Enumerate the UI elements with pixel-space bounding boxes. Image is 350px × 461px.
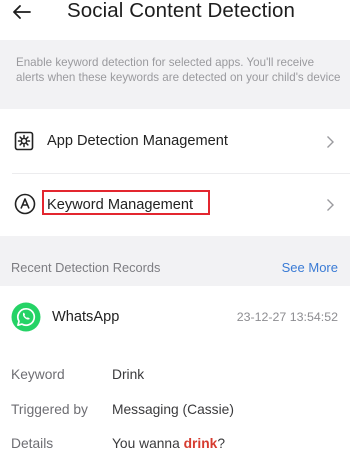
keyword-label: Keyword (11, 367, 65, 382)
record-timestamp: 23-12-27 13:54:52 (236, 310, 338, 324)
record-app-name: WhatsApp (52, 309, 120, 325)
whatsapp-icon (11, 302, 41, 332)
details-prefix: You wanna (112, 436, 184, 451)
app-header: Social Content Detection (0, 0, 350, 40)
triggered-by-value: Messaging (Cassie) (112, 402, 234, 417)
details-keyword-highlight: drink (183, 436, 218, 451)
section-title: Recent Detection Records (11, 260, 161, 275)
keyword-management-highlight-box (42, 190, 210, 215)
chevron-right-icon (326, 198, 336, 212)
details-suffix: ? (217, 436, 226, 451)
details-label: Details (11, 436, 54, 451)
triggered-by-label: Triggered by (11, 402, 88, 417)
details-value: You wanna drink? (112, 436, 225, 451)
menu-item-app-detection[interactable]: App Detection Management (0, 111, 350, 173)
notice-text: Enable keyword detection for selected ap… (16, 56, 341, 84)
keyword-value: Drink (112, 367, 145, 382)
see-more-link[interactable]: See More (282, 260, 338, 275)
circle-a-icon (14, 193, 36, 215)
gear-square-icon (14, 131, 36, 153)
back-arrow-icon[interactable] (10, 0, 34, 24)
page-title: Social Content Detection (67, 0, 296, 22)
menu-item-label: App Detection Management (47, 133, 228, 149)
chevron-right-icon (326, 135, 336, 149)
